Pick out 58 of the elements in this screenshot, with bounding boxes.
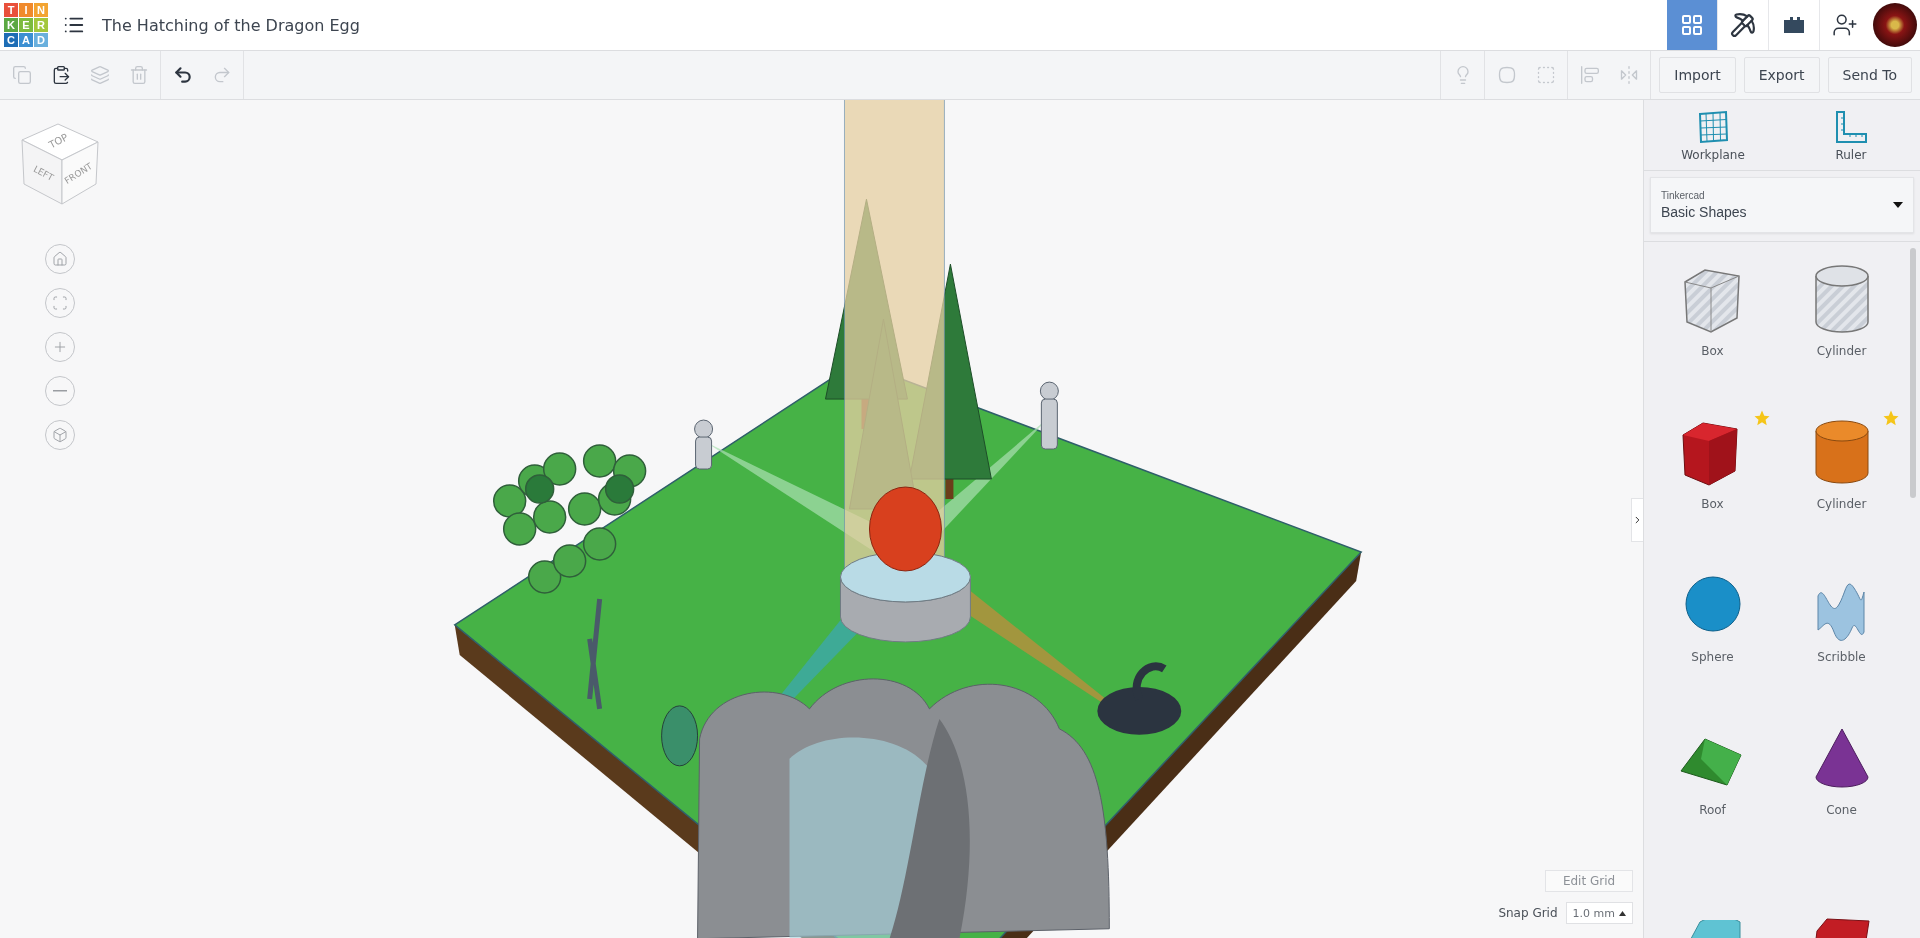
shape-item[interactable]: Cylinder <box>1777 409 1906 511</box>
document-title: The Hatching of the Dragon Egg <box>102 15 361 35</box>
logo-letter: E <box>19 18 33 32</box>
logo-letter: I <box>19 3 33 17</box>
shape-item[interactable]: Roof <box>1648 715 1777 817</box>
zoom-out-button[interactable] <box>45 376 75 406</box>
logo-letter: K <box>4 18 18 32</box>
align-icon <box>1579 65 1600 85</box>
ruler-icon <box>1834 110 1868 144</box>
collapse-panel-button[interactable] <box>1631 498 1643 542</box>
grid-icon <box>1680 13 1704 37</box>
logo-letter: T <box>4 3 18 17</box>
logo-letter: D <box>34 33 48 47</box>
cube-icon <box>52 427 68 443</box>
avatar[interactable] <box>1873 3 1917 47</box>
snap-grid-label: Snap Grid <box>1498 906 1558 920</box>
logo-letter: C <box>4 33 18 47</box>
mirror-icon <box>1618 65 1639 85</box>
snap-grid-select[interactable]: 1.0 mm <box>1565 902 1633 924</box>
dropdown-caret-icon <box>1893 202 1903 208</box>
cube-button[interactable] <box>45 420 75 450</box>
toolbar-button[interactable]: Export <box>1743 57 1820 93</box>
shape-item[interactable]: Cylinder <box>1777 256 1906 358</box>
toolbar-button[interactable]: Import <box>1659 57 1736 93</box>
hole-icon <box>1535 65 1556 85</box>
home-icon <box>52 251 68 267</box>
zoom-in-icon <box>52 339 68 355</box>
library-value: Basic Shapes <box>1661 204 1747 220</box>
panel-tool-button[interactable]: Ruler <box>1796 110 1906 162</box>
logo[interactable]: T I N K E R C A D <box>4 3 48 47</box>
scrollbar[interactable] <box>1910 248 1916 498</box>
logo-letter: R <box>34 18 48 32</box>
shape-item[interactable]: Scribble <box>1777 562 1906 664</box>
shape-item[interactable]: Sphere <box>1648 562 1777 664</box>
fit-view-icon <box>52 295 68 311</box>
trash-icon <box>128 65 149 85</box>
zoom-in-button[interactable] <box>45 332 75 362</box>
logo-letter: N <box>34 3 48 17</box>
shape-item[interactable]: Box <box>1648 256 1777 358</box>
toolbar-button[interactable]: Send To <box>1827 57 1912 93</box>
caret-icon <box>1619 910 1626 916</box>
shape-item[interactable]: Box <box>1648 409 1777 511</box>
copy-icon <box>11 65 32 85</box>
library-caption: Tinkercad <box>1661 190 1706 201</box>
add-user-icon <box>1832 12 1858 38</box>
fit-view-button[interactable] <box>45 288 75 318</box>
duplicate-icon <box>89 65 110 85</box>
brick-icon <box>1781 16 1807 34</box>
edit-grid-button[interactable]: Edit Grid <box>1545 870 1633 892</box>
pickaxe-icon <box>1730 12 1756 38</box>
shape-library-dropdown[interactable]: Tinkercad Basic Shapes <box>1650 177 1914 233</box>
logo-letter: A <box>19 33 33 47</box>
shape-item[interactable]: Cone <box>1777 715 1906 817</box>
undo-icon <box>172 65 193 85</box>
home-button[interactable] <box>45 244 75 274</box>
group-icon <box>1496 65 1517 85</box>
panel-tool-button[interactable]: Workplane <box>1658 110 1768 162</box>
workplane-icon <box>1696 110 1730 144</box>
